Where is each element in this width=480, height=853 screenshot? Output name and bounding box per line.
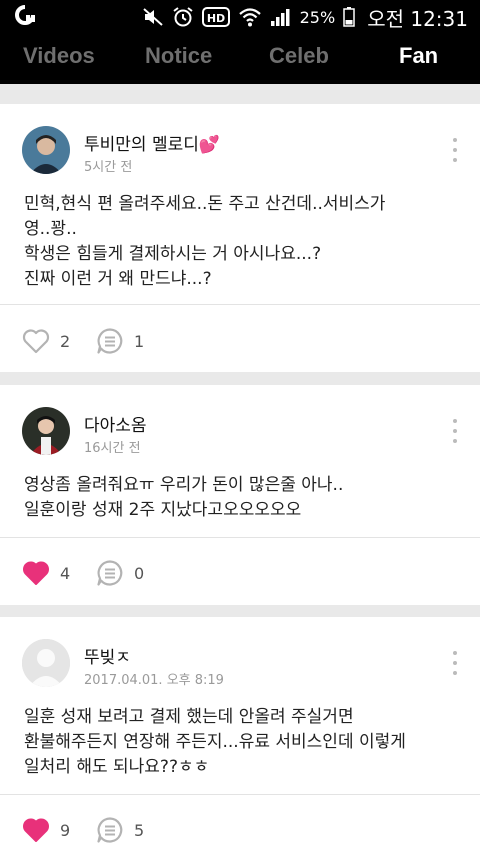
post-card: 뚜빚ㅈ 2017.04.01. 오후 8:19 일훈 성재 보려고 결제 했는데…: [0, 617, 480, 853]
comment-icon: [97, 817, 123, 843]
divider: [0, 794, 480, 795]
post-time: 16시간 전: [84, 441, 141, 456]
battery-percent: 25%: [299, 7, 336, 27]
post-time: 5시간 전: [84, 160, 133, 175]
like-count: 4: [60, 563, 71, 583]
like-button[interactable]: 2: [22, 328, 70, 354]
heart-filled-icon: [23, 818, 49, 842]
comment-count: 1: [134, 331, 145, 351]
tab-videos[interactable]: Videos: [23, 43, 95, 69]
post-body: 영상좀 올려줘요ㅠ 우리가 돈이 많은줄 아나.. 일훈이랑 성재 2주 지났다…: [24, 475, 344, 520]
comment-icon: [97, 560, 123, 586]
comment-count: 0: [134, 563, 145, 583]
like-count: 9: [60, 820, 71, 840]
wifi-icon: [238, 8, 261, 27]
comment-button[interactable]: 0: [96, 559, 144, 587]
comment-count: 5: [134, 820, 145, 840]
comment-button[interactable]: 1: [96, 327, 144, 355]
comment-icon: [97, 328, 123, 354]
avatar[interactable]: [22, 407, 70, 455]
post-feed[interactable]: 투비만의 멜로디💕 5시간 전 민혁,현식 편 올려주세요..돈 주고 산건데.…: [0, 84, 480, 853]
avatar[interactable]: [22, 126, 70, 174]
post-body: 민혁,현식 편 올려주세요..돈 주고 산건데..서비스가 영..꽝.. 학생은…: [24, 194, 386, 289]
tab-notice[interactable]: Notice: [145, 43, 212, 69]
like-button[interactable]: 9: [22, 817, 70, 843]
author-name[interactable]: 뚜빚ㅈ: [84, 643, 131, 668]
more-options-icon[interactable]: [450, 419, 460, 443]
signal-icon: [270, 9, 290, 26]
divider: [0, 304, 480, 305]
comment-button[interactable]: 5: [96, 816, 144, 844]
post-card: 다아소옴 16시간 전 영상좀 올려줘요ㅠ 우리가 돈이 많은줄 아나.. 일훈…: [0, 385, 480, 605]
post-body: 일훈 성재 보려고 결제 했는데 안올려 주실거면 환불해주든지 연장해 주든지…: [24, 707, 406, 777]
divider: [0, 537, 480, 538]
more-options-icon[interactable]: [450, 651, 460, 675]
author-name[interactable]: 투비만의 멜로디💕: [84, 130, 220, 155]
post-card: 투비만의 멜로디💕 5시간 전 민혁,현식 편 올려주세요..돈 주고 산건데.…: [0, 104, 480, 372]
like-button[interactable]: 4: [22, 560, 70, 586]
alarm-icon: [173, 7, 193, 27]
tab-bar: Videos Notice Celeb Fan: [0, 34, 480, 84]
heart-outline-icon: [22, 329, 50, 354]
tab-fan[interactable]: Fan: [399, 43, 438, 69]
avatar[interactable]: [22, 639, 70, 687]
author-name[interactable]: 다아소옴: [84, 411, 147, 436]
like-count: 2: [60, 331, 71, 351]
app-notification-icon: [15, 5, 35, 25]
svg-text:HD: HD: [206, 12, 224, 25]
battery-icon: [343, 7, 355, 27]
hd-icon: HD: [201, 7, 230, 27]
mute-icon: [142, 8, 163, 26]
status-bar: HD 25% 오전 12:31: [0, 0, 480, 34]
heart-filled-icon: [23, 561, 49, 585]
post-time: 2017.04.01. 오후 8:19: [84, 673, 224, 688]
tab-celeb[interactable]: Celeb: [269, 43, 329, 69]
clock: 오전 12:31: [367, 6, 468, 31]
more-options-icon[interactable]: [450, 138, 460, 162]
